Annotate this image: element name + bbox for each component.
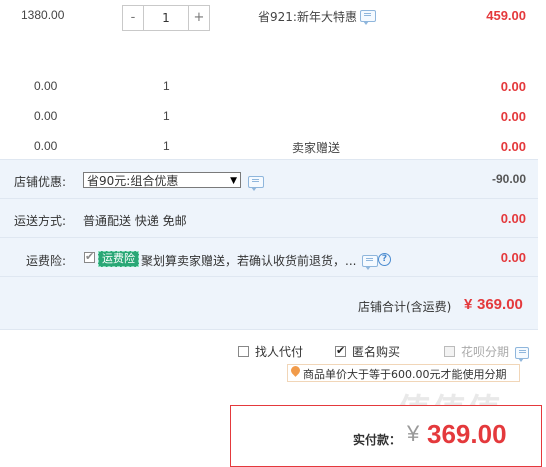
promo-message-icon[interactable]: [360, 10, 376, 25]
divider: [0, 329, 538, 330]
quantity-stepper[interactable]: - 1 +: [122, 5, 210, 31]
dropdown-arrow-icon: ▼: [230, 176, 237, 186]
pay-for-me-label[interactable]: 找人代付: [255, 343, 303, 360]
divider: [0, 198, 538, 199]
gift-note: 卖家赠送: [292, 141, 341, 155]
installment-tip-text: 商品单价大于等于600.00元才能使用分期: [303, 368, 507, 381]
gift-subtotal: 0.00: [500, 139, 526, 154]
gift-subtotal: 0.00: [500, 109, 526, 124]
anonymous-checkbox[interactable]: [335, 344, 346, 357]
gift-qty: 1: [163, 139, 170, 153]
shop-discount-selected: 省90元:组合优惠: [87, 174, 179, 188]
insurance-description: 聚划算卖家赠送，若确认收货前退货，...: [141, 254, 357, 268]
quantity-input[interactable]: 1: [144, 6, 188, 30]
huabei-message-icon[interactable]: [515, 347, 529, 362]
insurance-checkbox[interactable]: [84, 250, 95, 263]
payment-currency: ¥: [407, 421, 420, 446]
shipping-label: 运送方式:: [14, 214, 67, 228]
shop-total-amount: 369.00: [477, 296, 523, 313]
order-summary-panel: [0, 159, 538, 329]
decrease-quantity-button[interactable]: -: [123, 6, 144, 30]
help-icon[interactable]: ?: [378, 253, 391, 266]
payment-amount: 369.00: [427, 419, 507, 449]
insurance-amount: 0.00: [500, 250, 526, 265]
insurance-tag: 运费险: [98, 251, 139, 267]
huabei-checkbox: [444, 346, 455, 357]
increase-quantity-button[interactable]: +: [188, 6, 209, 30]
shop-discount-label: 店铺优惠:: [14, 175, 67, 189]
shipping-method: 普通配送 快递 免邮: [83, 214, 187, 228]
item-unit-price: 1380.00: [21, 8, 65, 22]
shipping-amount: 0.00: [500, 211, 526, 226]
divider: [0, 276, 538, 277]
shop-total-label: 店铺合计(含运费): [358, 300, 452, 314]
gift-price: 0.00: [34, 109, 58, 123]
gift-price: 0.00: [34, 139, 58, 153]
gift-price: 0.00: [34, 79, 58, 93]
item-subtotal: 459.00: [486, 8, 526, 23]
pay-for-me-checkbox[interactable]: [238, 346, 249, 357]
shop-total-currency: ¥: [464, 296, 473, 313]
insurance-message-icon[interactable]: [362, 255, 378, 270]
divider: [0, 237, 538, 238]
item-promo-label: 省921:新年大特惠: [258, 10, 357, 24]
shop-discount-select[interactable]: 省90元:组合优惠 ▼: [83, 172, 241, 188]
payment-label: 实付款：: [353, 433, 402, 447]
huabei-label: 花呗分期: [461, 345, 510, 359]
divider: [0, 159, 538, 160]
gift-subtotal: 0.00: [500, 79, 526, 94]
anonymous-label[interactable]: 匿名购买: [352, 343, 400, 360]
shop-discount-amount: -90.00: [491, 172, 526, 186]
gift-qty: 1: [163, 109, 170, 123]
discount-message-icon[interactable]: [248, 176, 264, 191]
insurance-label: 运费险:: [26, 254, 67, 268]
gift-qty: 1: [163, 79, 170, 93]
